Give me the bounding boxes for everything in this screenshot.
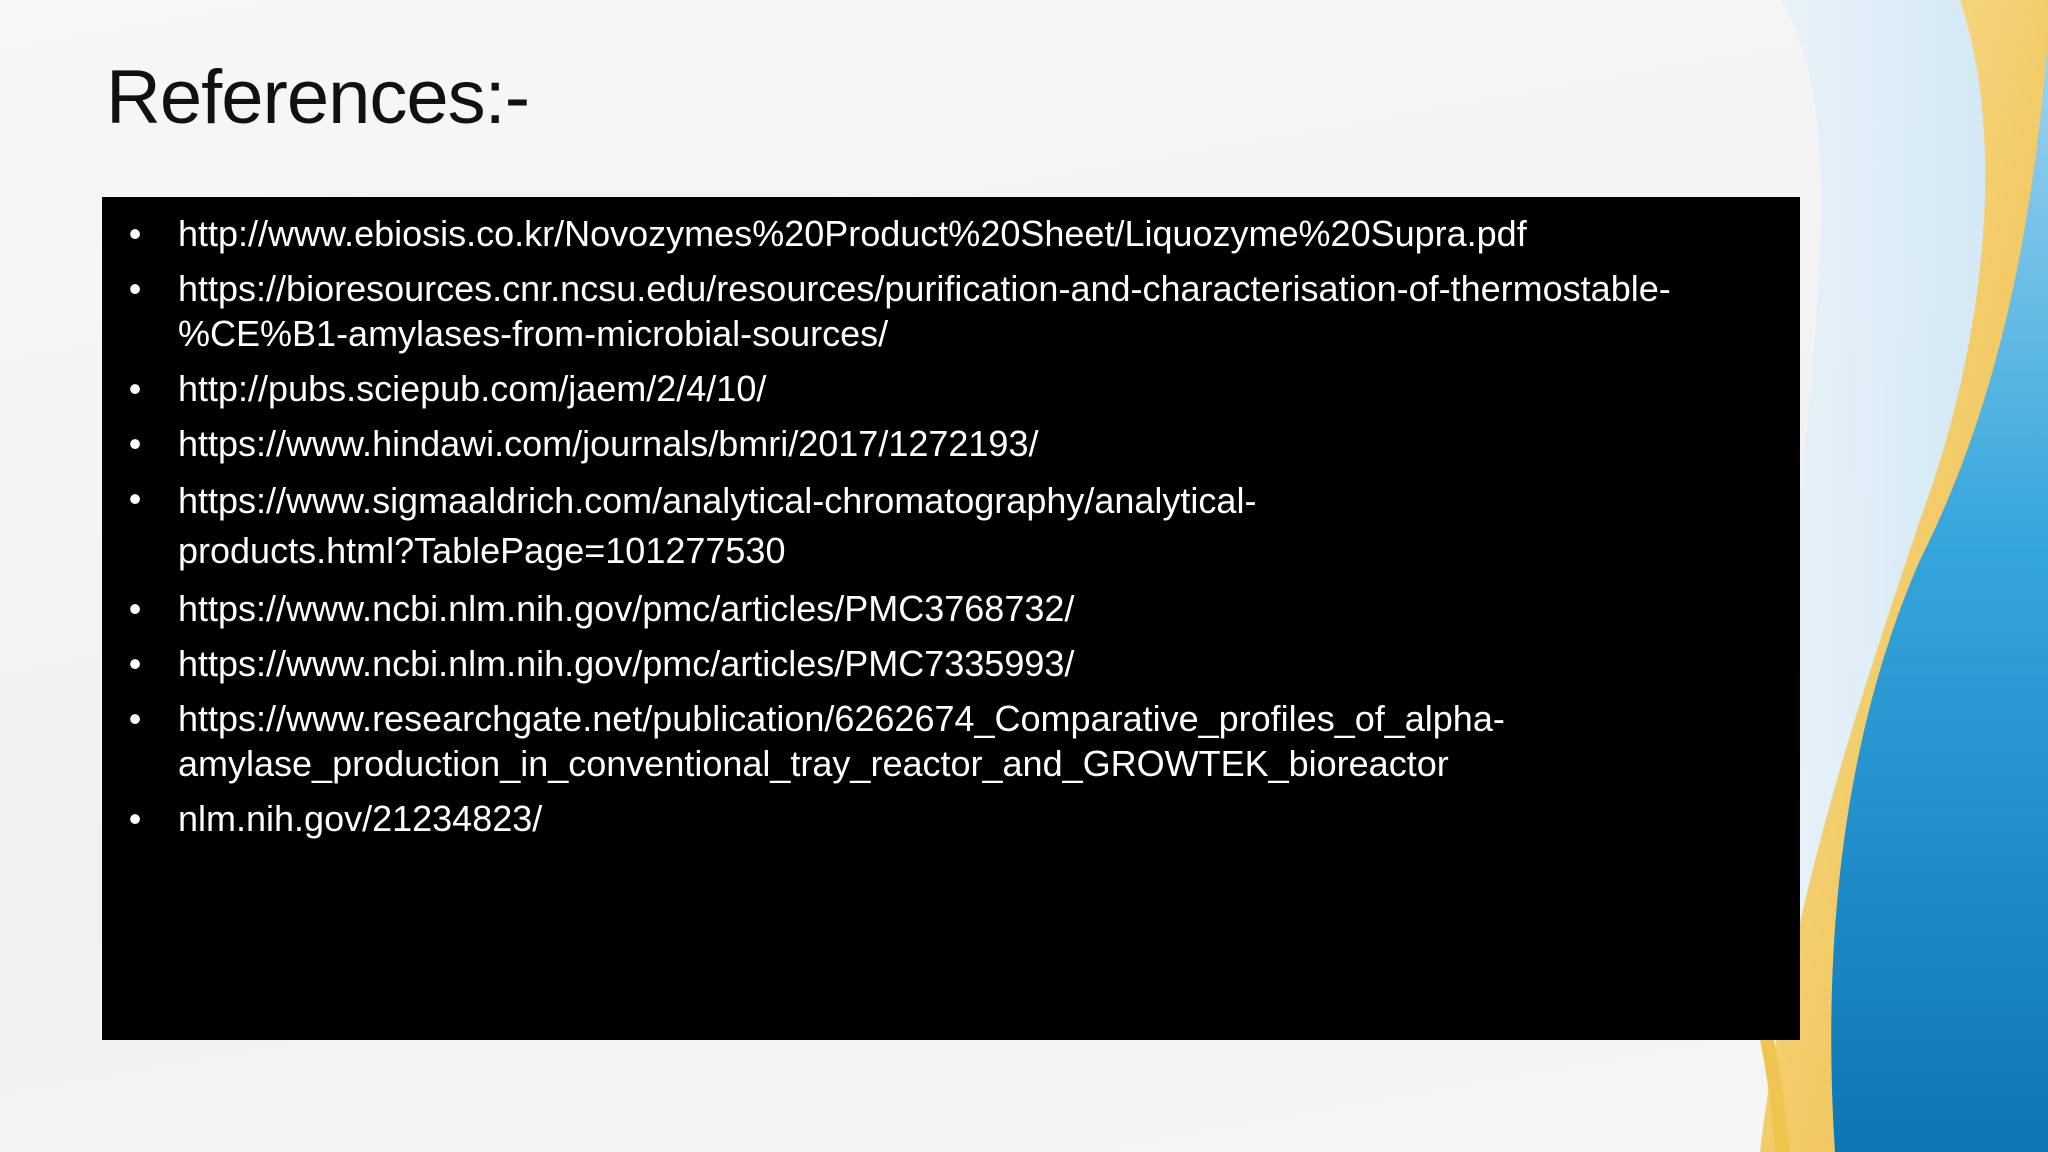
reference-link[interactable]: https://www.researchgate.net/publication… xyxy=(178,696,1770,741)
reference-link[interactable]: nlm.nih.gov/21234823/ xyxy=(178,796,1770,841)
bullet-icon: • xyxy=(128,643,142,684)
list-item: • nlm.nih.gov/21234823/ xyxy=(120,796,1770,841)
reference-link[interactable]: https://www.sigmaaldrich.com/analytical-… xyxy=(178,476,1770,526)
references-box: • http://www.ebiosis.co.kr/Novozymes%20P… xyxy=(102,197,1800,1040)
list-item: • https://bioresources.cnr.ncsu.edu/reso… xyxy=(120,266,1770,356)
bullet-icon: • xyxy=(128,698,142,739)
list-item: • https://www.ncbi.nlm.nih.gov/pmc/artic… xyxy=(120,586,1770,631)
reference-link[interactable]: https://www.hindawi.com/journals/bmri/20… xyxy=(178,421,1770,466)
reference-link[interactable]: https://www.ncbi.nlm.nih.gov/pmc/article… xyxy=(178,641,1770,686)
bullet-icon: • xyxy=(128,423,142,464)
list-item: • https://www.sigmaaldrich.com/analytica… xyxy=(120,476,1770,576)
reference-link[interactable]: http://pubs.sciepub.com/jaem/2/4/10/ xyxy=(178,366,1770,411)
page-title: References:- xyxy=(106,55,530,140)
list-item: • https://www.hindawi.com/journals/bmri/… xyxy=(120,421,1770,466)
list-item: • http://www.ebiosis.co.kr/Novozymes%20P… xyxy=(120,211,1770,256)
bullet-icon: • xyxy=(128,478,142,519)
reference-link[interactable]: https://bioresources.cnr.ncsu.edu/resour… xyxy=(178,266,1770,311)
reference-link-continuation[interactable]: amylase_production_in_conventional_tray_… xyxy=(178,741,1770,786)
reference-link-continuation[interactable]: products.html?TablePage=101277530 xyxy=(178,526,1770,576)
list-item: • https://www.researchgate.net/publicati… xyxy=(120,696,1770,786)
list-item: • https://www.ncbi.nlm.nih.gov/pmc/artic… xyxy=(120,641,1770,686)
bullet-icon: • xyxy=(128,268,142,309)
bullet-icon: • xyxy=(128,588,142,629)
reference-link[interactable]: http://www.ebiosis.co.kr/Novozymes%20Pro… xyxy=(178,211,1770,256)
list-item: • http://pubs.sciepub.com/jaem/2/4/10/ xyxy=(120,366,1770,411)
references-list: • http://www.ebiosis.co.kr/Novozymes%20P… xyxy=(120,211,1770,841)
bullet-icon: • xyxy=(128,213,142,254)
bullet-icon: • xyxy=(128,798,142,839)
reference-link-continuation[interactable]: %CE%B1-amylases-from-microbial-sources/ xyxy=(178,311,1770,356)
reference-link[interactable]: https://www.ncbi.nlm.nih.gov/pmc/article… xyxy=(178,586,1770,631)
bullet-icon: • xyxy=(128,368,142,409)
